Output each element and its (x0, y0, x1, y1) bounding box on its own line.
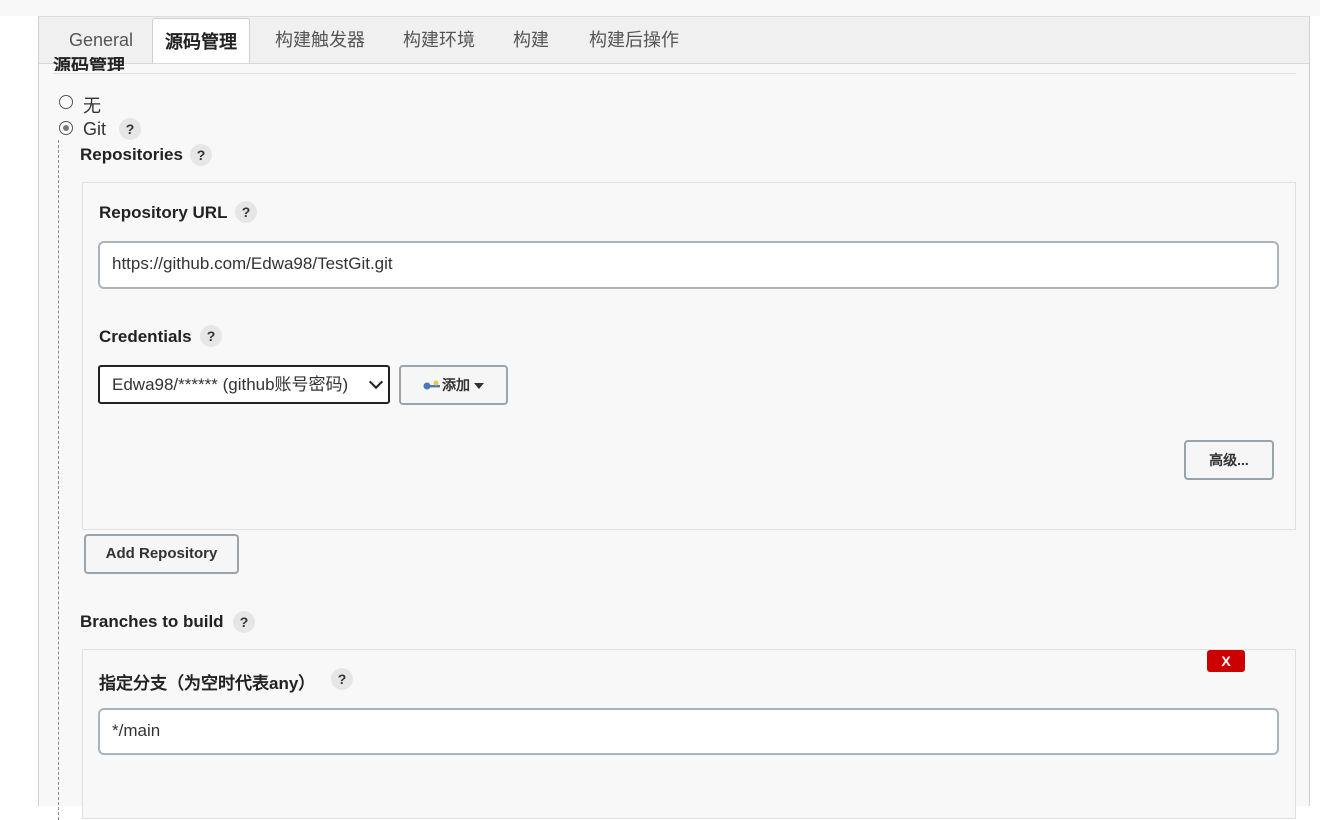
repo-url-label: Repository URL (99, 203, 228, 222)
branch-block: X 指定分支（为空时代表any） ? */main (82, 649, 1296, 819)
config-panel: General 源码管理 构建触发器 构建环境 构建 构建后操作 源码管理 无 … (38, 16, 1310, 820)
scm-git-radio[interactable] (59, 121, 73, 135)
git-help-icon[interactable]: ? (119, 118, 141, 140)
credentials-label: Credentials (99, 327, 192, 346)
caret-down-icon (474, 383, 484, 390)
branches-help-icon[interactable]: ? (233, 611, 255, 633)
section-divider (53, 73, 1296, 74)
repo-url-help-icon[interactable]: ? (235, 201, 257, 223)
credentials-help-icon[interactable]: ? (200, 325, 222, 347)
branch-specifier-help-icon[interactable]: ? (331, 668, 353, 690)
delete-branch-button[interactable]: X (1207, 650, 1245, 672)
advanced-button[interactable]: 高级... (1184, 440, 1274, 480)
tab-build[interactable]: 构建 (501, 17, 561, 63)
branches-title: Branches to build (80, 612, 224, 631)
repo-url-input[interactable]: https://github.com/Edwa98/TestGit.git (98, 241, 1279, 289)
section-heading: 源码管理 (53, 57, 125, 71)
scm-none-label: 无 (83, 96, 101, 116)
add-credentials-button[interactable]: 添加 (399, 365, 508, 405)
credentials-selected-value: Edwa98/****** (github账号密码) (112, 375, 349, 394)
scm-none-radio[interactable] (59, 95, 73, 109)
key-icon (423, 380, 440, 390)
scm-git-label: Git (83, 119, 107, 139)
tab-bar: General 源码管理 构建触发器 构建环境 构建 构建后操作 (39, 17, 1309, 64)
repositories-title: Repositories (80, 145, 183, 164)
repositories-help-icon[interactable]: ? (190, 144, 212, 166)
add-credentials-label: 添加 (442, 377, 470, 393)
top-strip (0, 0, 1320, 16)
credentials-select[interactable]: Edwa98/****** (github账号密码) (98, 365, 390, 404)
git-section-guide (58, 140, 59, 820)
branch-specifier-input[interactable]: */main (98, 708, 1279, 755)
add-repository-button[interactable]: Add Repository (84, 534, 239, 574)
tab-build-environment[interactable]: 构建环境 (391, 17, 487, 63)
repository-block: Repository URL ? https://github.com/Edwa… (82, 182, 1296, 530)
chevron-down-icon (368, 374, 384, 390)
tab-scm[interactable]: 源码管理 (152, 18, 250, 63)
branch-specifier-label: 指定分支（为空时代表any） (99, 674, 316, 693)
tab-post-build[interactable]: 构建后操作 (579, 17, 689, 63)
tab-build-triggers[interactable]: 构建触发器 (265, 17, 375, 63)
